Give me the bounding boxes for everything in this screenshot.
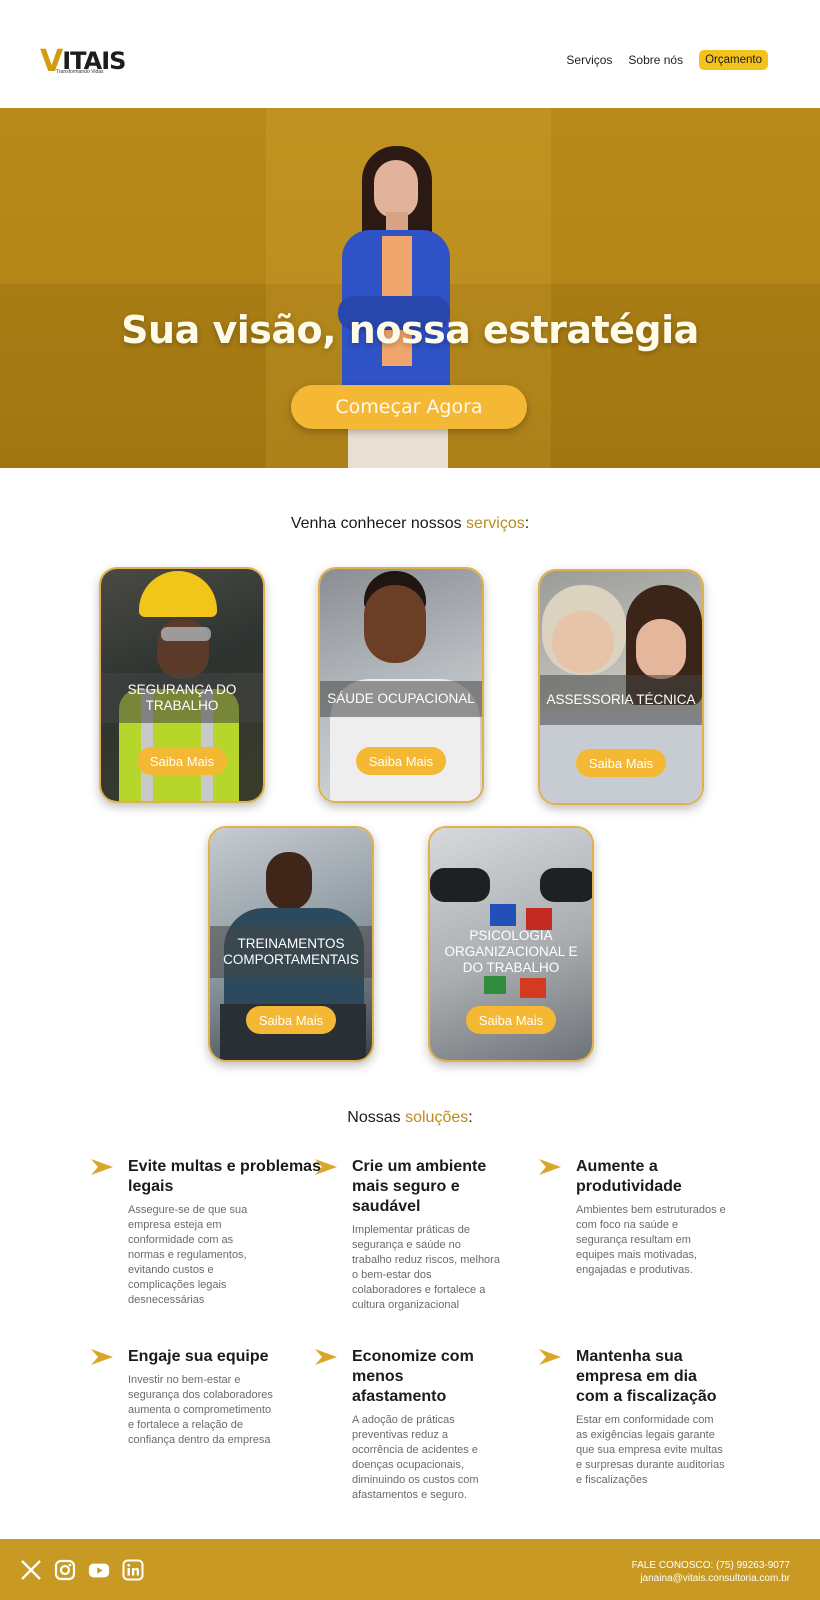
chevron-right-icon [539,1159,561,1175]
service-card-seguranca[interactable]: SEGURANÇA DO TRABALHO Saiba Mais [99,567,265,803]
service-card-label: ASSESSORIA TÉCNICA [546,692,696,707]
service-card-label: SEGURANÇA DO TRABALHO [127,682,237,713]
solution-text: Estar em conformidade com as exigências … [576,1414,725,1486]
solution-title: Aumente a produtividade [576,1158,682,1195]
solution-item: Engaje sua equipe Investir no bem-estar … [91,1347,338,1448]
services-title: Venha conhecer nossos serviços: [290,515,530,532]
solution-title: Economize com menos afastamento [352,1348,474,1405]
service-card-treinamentos[interactable]: TREINAMENTOS COMPORTAMENTAIS Saiba Mais [208,826,374,1062]
orcamento-button[interactable]: Orçamento [699,50,768,70]
saiba-mais-button[interactable]: Saiba Mais [246,1006,336,1034]
linkedin-icon[interactable] [122,1559,144,1581]
nav-link-sobre-nos[interactable]: Sobre nós [628,53,683,67]
service-card-label: SÁUDE OCUPACIONAL [327,691,475,706]
solution-item: Crie um ambiente mais seguro e saudável … [315,1157,562,1313]
instagram-icon[interactable] [54,1559,76,1581]
header: VITAIS Transformando Vidas Serviços Sobr… [0,0,820,108]
solution-item: Aumente a produtividade Ambientes bem es… [539,1157,786,1278]
x-twitter-icon[interactable] [20,1559,42,1581]
contact-email[interactable]: janaina@vitais.consultoria.com.br [632,1572,790,1585]
service-card-label: PSICOLOGIA ORGANIZACIONAL E DO TRABALHO [444,928,578,975]
service-card-assessoria[interactable]: ASSESSORIA TÉCNICA Saiba Mais [538,569,704,805]
solution-text: Investir no bem-estar e segurança dos co… [128,1374,273,1446]
solutions-title: Nossas soluções: [347,1109,473,1126]
nav-link-servicos[interactable]: Serviços [566,53,612,67]
saiba-mais-button[interactable]: Saiba Mais [356,747,446,775]
chevron-right-icon [91,1349,113,1365]
social-links [20,1559,144,1581]
footer: FALE CONOSCO: (75) 99263-9077 janaina@vi… [0,1539,820,1600]
solutions-title-accent: soluções [405,1109,469,1126]
solution-item: Mantenha sua empresa em dia com a fiscal… [539,1347,786,1488]
solution-title: Engaje sua equipe [128,1348,269,1365]
saiba-mais-button[interactable]: Saiba Mais [137,747,227,775]
solution-text: Ambientes bem estruturados e com foco na… [576,1204,726,1276]
comecar-agora-button[interactable]: Começar Agora [291,385,527,429]
main-nav: Serviços Sobre nós Orçamento [566,50,768,70]
solution-title: Evite multas e problemas legais [128,1158,321,1195]
chevron-right-icon [91,1159,113,1175]
saiba-mais-button[interactable]: Saiba Mais [576,749,666,777]
solution-item: Economize com menos afastamento A adoção… [315,1347,562,1503]
logo[interactable]: VITAIS Transformando Vidas [40,42,126,79]
youtube-icon[interactable] [88,1559,110,1581]
hero-banner: Sua visão, nossa estratégia Começar Agor… [0,108,820,468]
services-title-accent: serviços [466,515,525,532]
service-card-psicologia[interactable]: PSICOLOGIA ORGANIZACIONAL E DO TRABALHO … [428,826,594,1062]
chevron-right-icon [315,1349,337,1365]
hero-title: Sua visão, nossa estratégia [121,308,699,352]
service-card-saude[interactable]: SÁUDE OCUPACIONAL Saiba Mais [318,567,484,803]
service-card-label: TREINAMENTOS COMPORTAMENTAIS [223,936,359,967]
solution-text: Assegure-se de que sua empresa esteja em… [128,1204,248,1306]
solution-text: Implementar práticas de segurança e saúd… [352,1224,500,1311]
chevron-right-icon [315,1159,337,1175]
solution-title: Mantenha sua empresa em dia com a fiscal… [576,1348,717,1405]
solution-item: Evite multas e problemas legais Assegure… [91,1157,338,1308]
solution-text: A adoção de práticas preventivas reduz a… [352,1414,479,1501]
chevron-right-icon [539,1349,561,1365]
saiba-mais-button[interactable]: Saiba Mais [466,1006,556,1034]
solution-title: Crie um ambiente mais seguro e saudável [352,1158,487,1215]
logo-tagline: Transformando Vidas [56,69,104,75]
contact-phone[interactable]: FALE CONOSCO: (75) 99263-9077 [632,1559,790,1572]
contact-info: FALE CONOSCO: (75) 99263-9077 janaina@vi… [632,1559,790,1585]
